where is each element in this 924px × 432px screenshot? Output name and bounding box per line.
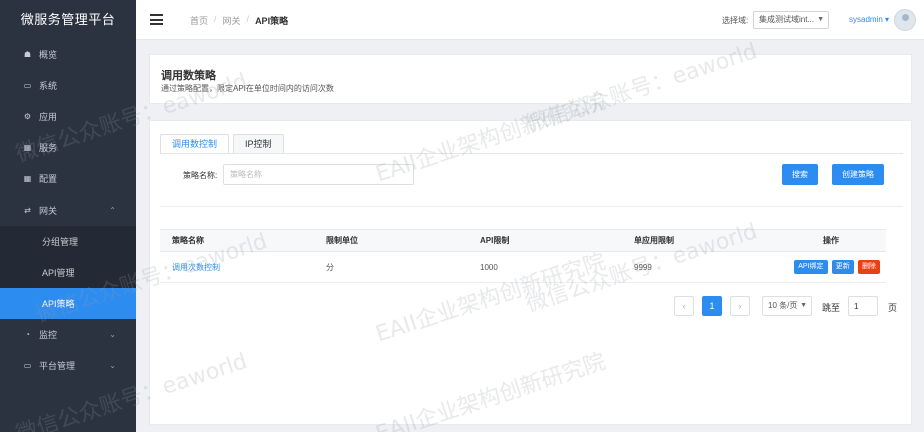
cell-app-limit: 9999 (622, 251, 776, 283)
user-name: sysadmin (849, 15, 883, 24)
sidebar-item-label: 系统 (39, 81, 58, 91)
col-header-actions: 操作 (776, 229, 886, 252)
sidebar-item-label: 概览 (39, 50, 58, 60)
col-header-api-limit: API限制 (468, 229, 622, 252)
prev-page-button[interactable]: ‹ (674, 296, 694, 316)
api-bind-button[interactable]: API绑定 (794, 260, 828, 274)
update-button[interactable]: 更新 (831, 260, 854, 274)
sidebar-item-service[interactable]: ▦ 服务 (0, 132, 136, 163)
col-header-name: 策略名称 (160, 229, 314, 252)
home-icon: ☗ (23, 50, 32, 59)
domain-select-value: 集成测试域int... (759, 15, 815, 24)
tab-call-count[interactable]: 调用数控制 (160, 134, 230, 154)
sidebar-item-monitor[interactable]: ◔ 监控 ⌄ (0, 319, 136, 350)
sidebar-subitem-api-policy[interactable]: API策略 (0, 288, 136, 319)
sidebar-subitem-label: 分组管理 (42, 237, 79, 247)
shuffle-icon: ⇄ (24, 206, 31, 215)
col-header-unit: 限制单位 (314, 229, 468, 252)
sidebar-subitem-label: API管理 (42, 268, 75, 278)
tab-bar: 调用数控制 IP控制 (160, 134, 288, 154)
table-header-row: 策略名称 限制单位 API限制 单应用限制 操作 (160, 229, 886, 252)
sidebar-item-label: 监控 (39, 330, 58, 340)
sidebar-subitem-group[interactable]: 分组管理 (0, 226, 136, 257)
caret-down-icon: ▼ (800, 302, 807, 309)
page-title: 调用数策略 (161, 70, 216, 82)
page-1-button[interactable]: 1 (702, 296, 722, 316)
monitor-icon: ▭ (23, 81, 32, 90)
col-header-app-limit: 单应用限制 (622, 229, 776, 252)
search-button[interactable]: 搜索 (782, 164, 818, 185)
sidebar-item-system[interactable]: ▭ 系统 (0, 70, 136, 101)
grid-icon: ▦ (23, 143, 32, 152)
sidebar-item-label: 配置 (39, 174, 58, 184)
domain-label: 选择域: (722, 16, 749, 25)
user-menu[interactable]: sysadmin ▾ (849, 15, 889, 24)
policy-name-input[interactable] (223, 164, 414, 185)
sidebar: 微服务管理平台 ☗ 概览 ▭ 系统 ⚙ 应用 ▦ 服务 ▦ 配置 ⇄ 网关 ⌃ … (0, 0, 136, 432)
gauge-icon: ◔ (25, 330, 30, 339)
gear-icon: ⚙ (23, 112, 32, 121)
avatar[interactable] (894, 9, 916, 31)
page-header-panel: 调用数策略 通过策略配置，限定API在单位时间内的访问次数 (149, 54, 912, 104)
sidebar-item-platform[interactable]: ▭ 平台管理 ⌄ (0, 350, 136, 381)
sidebar-item-overview[interactable]: ☗ 概览 (0, 39, 136, 70)
caret-down-icon: ▼ (817, 16, 824, 23)
sidebar-subitem-label: API策略 (42, 299, 75, 309)
jump-suffix: 页 (888, 303, 898, 313)
table-row: 调用次数控制 分 1000 9999 API绑定 更新 删除 (160, 251, 886, 283)
tab-underline (160, 153, 903, 154)
page-size-select[interactable]: 10 条/页 ▼ (762, 296, 812, 316)
sidebar-item-app[interactable]: ⚙ 应用 (0, 101, 136, 132)
divider (160, 206, 903, 207)
breadcrumb-separator: / (246, 14, 250, 24)
breadcrumb-home[interactable]: 首页 (190, 14, 208, 27)
monitor-icon: ▭ (23, 361, 32, 370)
app-title: 微服务管理平台 (0, 0, 136, 40)
grid-icon: ▦ (23, 174, 32, 183)
breadcrumb-gateway[interactable]: 网关 (223, 14, 241, 27)
sidebar-subitem-api[interactable]: API管理 (0, 257, 136, 288)
next-page-button[interactable]: › (730, 296, 750, 316)
sidebar-item-label: 服务 (39, 143, 58, 153)
breadcrumb-separator: / (214, 14, 217, 24)
sidebar-item-gateway[interactable]: ⇄ 网关 ⌃ (0, 195, 136, 226)
sidebar-item-label: 平台管理 (39, 361, 76, 371)
sidebar-item-label: 应用 (39, 112, 58, 122)
policy-name-link[interactable]: 调用次数控制 (172, 263, 220, 272)
policy-table: 策略名称 限制单位 API限制 单应用限制 操作 调用次数控制 分 1000 9… (160, 229, 886, 283)
sidebar-item-label: 网关 (39, 206, 58, 216)
page-size-value: 10 条/页 (768, 301, 798, 310)
caret-down-icon: ▾ (885, 15, 890, 24)
breadcrumb: 首页 / 网关 / API策略 (190, 14, 288, 27)
chevron-down-icon: ⌄ (109, 361, 116, 370)
chevron-down-icon: ⌄ (109, 330, 116, 339)
cell-api-limit: 1000 (468, 251, 622, 283)
main-panel: 调用数控制 IP控制 策略名称: 搜索 创建策略 策略名称 限制单位 API限制… (149, 120, 912, 425)
top-header: 首页 / 网关 / API策略 选择域: 集成测试域int... ▼ sysad… (136, 0, 924, 40)
breadcrumb-current: API策略 (255, 16, 289, 26)
domain-select[interactable]: 集成测试域int... ▼ (753, 11, 829, 29)
page-description: 通过策略配置，限定API在单位时间内的访问次数 (161, 84, 334, 93)
cell-unit: 分 (314, 251, 468, 283)
jump-label: 跳至 (822, 303, 841, 313)
delete-button[interactable]: 删除 (858, 260, 880, 274)
sidebar-item-config[interactable]: ▦ 配置 (0, 163, 136, 194)
create-policy-button[interactable]: 创建策略 (832, 164, 884, 185)
search-label: 策略名称: (183, 171, 218, 180)
tab-ip-control[interactable]: IP控制 (233, 134, 284, 154)
jump-page-input[interactable] (848, 296, 878, 316)
menu-toggle-icon[interactable] (150, 14, 163, 25)
chevron-up-icon: ⌃ (109, 206, 116, 215)
